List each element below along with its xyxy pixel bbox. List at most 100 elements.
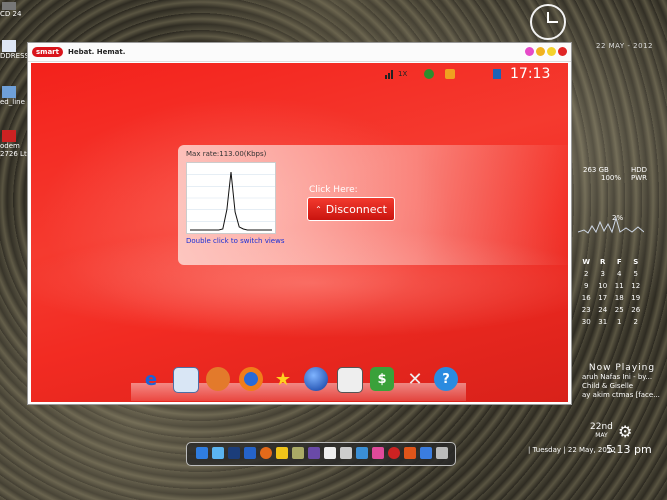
desktop-icon-edline[interactable]: ed_line	[0, 86, 30, 106]
max-rate-label: Max rate:113.00(Kbps)	[186, 150, 267, 158]
help-icon[interactable]: ?	[434, 367, 458, 391]
desktop-icon-label: DDRESS	[0, 52, 29, 60]
calendar-day[interactable]: 9	[578, 282, 595, 290]
desktop-icon-cd[interactable]: CD 24	[0, 2, 30, 18]
app-clock: 17:13	[510, 66, 551, 82]
month-label: MAY	[595, 432, 608, 439]
firefox-icon[interactable]	[260, 447, 272, 459]
now-playing-line: Child & Giselle	[582, 382, 634, 390]
torrent-icon[interactable]	[404, 447, 416, 459]
globe-icon[interactable]	[304, 367, 328, 391]
phone-icon[interactable]	[206, 367, 230, 391]
paint-icon[interactable]	[372, 447, 384, 459]
desktop-icon-address[interactable]: DDRESS	[0, 40, 30, 60]
calendar-day[interactable]: 3	[595, 270, 612, 278]
calendar-gadget: W R F S 2 3 4 5 9 10 11 12 16 17 18 19 23 24 25 26 30 31 1 2	[578, 258, 644, 326]
title-bar[interactable]: smart Hebat. Hemat.	[28, 43, 571, 62]
now-playing-line: ay akim ctmas [face...	[582, 391, 660, 399]
hdd-percent: 100%	[601, 174, 622, 182]
star-icon[interactable]	[212, 447, 224, 459]
window-controls	[525, 47, 567, 56]
calendar-day[interactable]: 2	[628, 318, 645, 326]
network-icon[interactable]	[424, 69, 434, 79]
now-playing-line: aruh Nafas Ini - by...	[582, 373, 653, 381]
music-icon[interactable]	[292, 447, 304, 459]
click-here-label: Click Here:	[309, 185, 358, 195]
calendar-day[interactable]: 5	[628, 270, 645, 278]
disconnect-label: Disconnect	[325, 202, 387, 216]
bottom-date: | Tuesday | 22 May, 2012	[528, 446, 616, 454]
chat-icon[interactable]	[276, 447, 288, 459]
pwr-label: PWR	[630, 174, 647, 182]
calendar-day[interactable]: 18	[611, 294, 628, 302]
picture-icon	[2, 86, 16, 98]
hdd-size: 263 GB	[583, 166, 609, 174]
calendar-day[interactable]: 10	[595, 282, 612, 290]
calendar-header: R	[600, 258, 606, 266]
firefox-icon[interactable]	[239, 367, 263, 391]
hdd-label: HDD	[630, 166, 647, 174]
calendar-day[interactable]: 31	[595, 318, 612, 326]
calendar-day[interactable]: 24	[595, 306, 612, 314]
app-window: smart Hebat. Hemat. 1X 17:13 Max rate:11…	[27, 42, 572, 405]
maximize-button[interactable]	[547, 47, 556, 56]
calendar-day[interactable]: 26	[628, 306, 645, 314]
calendar-day[interactable]: 30	[578, 318, 595, 326]
calendar-day[interactable]: 23	[578, 306, 595, 314]
hdd-gadget: 263 GB HDD 100% PWR	[583, 166, 647, 182]
app-logo: smart	[32, 47, 63, 57]
calendar-day[interactable]: 12	[628, 282, 645, 290]
drop-icon[interactable]	[340, 447, 352, 459]
document-icon	[2, 40, 16, 52]
calendar-day[interactable]: 16	[578, 294, 595, 302]
chevron-up-icon: ⌃	[315, 204, 322, 214]
media-icon[interactable]	[308, 447, 320, 459]
connection-icon[interactable]	[445, 69, 455, 79]
calendar-day[interactable]: 25	[611, 306, 628, 314]
rate-chart[interactable]	[186, 162, 276, 234]
browser-icon[interactable]	[244, 447, 256, 459]
calendar-day[interactable]: 11	[611, 282, 628, 290]
bottom-time: 5.13 pm	[606, 443, 652, 456]
music-note-icon[interactable]	[324, 447, 336, 459]
pink-button[interactable]	[525, 47, 534, 56]
calendar-grid: W R F S 2 3 4 5 9 10 11 12 16 17 18 19 23 24 25 26 30 31 1 2	[578, 258, 644, 326]
start-icon[interactable]	[196, 447, 208, 459]
network-icon[interactable]	[420, 447, 432, 459]
disconnect-button[interactable]: ⌃ Disconnect	[307, 197, 395, 221]
desktop-icon-label: ed_line	[0, 98, 25, 106]
calendar-day[interactable]: 19	[628, 294, 645, 302]
modem-icon	[2, 130, 16, 142]
day-label: 22nd	[590, 422, 613, 432]
switch-view-hint[interactable]: Double click to switch views	[186, 237, 285, 245]
ie-icon[interactable]: e	[139, 367, 163, 391]
close-button[interactable]	[558, 47, 567, 56]
calendar-day[interactable]: 4	[611, 270, 628, 278]
signal-status: 1X	[384, 69, 407, 79]
calendar-day[interactable]: 2	[578, 270, 595, 278]
desktop-icon-modem[interactable]: odem 2726 Lt	[0, 130, 30, 158]
gear-icon[interactable]: ⚙	[618, 422, 632, 441]
calendar-header: S	[633, 258, 639, 266]
photoshop-icon[interactable]	[228, 447, 240, 459]
main-area: 1X 17:13 Max rate:113.00(Kbps) Double cl…	[31, 63, 568, 402]
top-date: 22 MAY - 2012	[596, 42, 653, 50]
people-icon[interactable]	[356, 447, 368, 459]
trash-icon[interactable]	[436, 447, 448, 459]
message-icon[interactable]	[493, 69, 501, 79]
signal-label: 1X	[398, 70, 408, 78]
record-icon[interactable]	[388, 447, 400, 459]
desktop-icon-label: odem 2726 Lt	[0, 142, 27, 158]
now-playing-title: Now Playing	[588, 363, 656, 373]
connection-panel: Max rate:113.00(Kbps) Double click to sw…	[178, 145, 568, 265]
minimize-button[interactable]	[536, 47, 545, 56]
tools-icon[interactable]: ✕	[403, 367, 427, 391]
calendar-day[interactable]: 17	[595, 294, 612, 302]
desktop-icon-label: CD 24	[0, 10, 22, 18]
money-icon[interactable]: $	[370, 367, 394, 391]
favorites-icon[interactable]: ★	[271, 367, 295, 391]
browser-icon[interactable]	[173, 367, 199, 393]
rate-chart-svg	[187, 171, 275, 231]
sms-icon[interactable]	[337, 367, 363, 393]
calendar-day[interactable]: 1	[611, 318, 628, 326]
